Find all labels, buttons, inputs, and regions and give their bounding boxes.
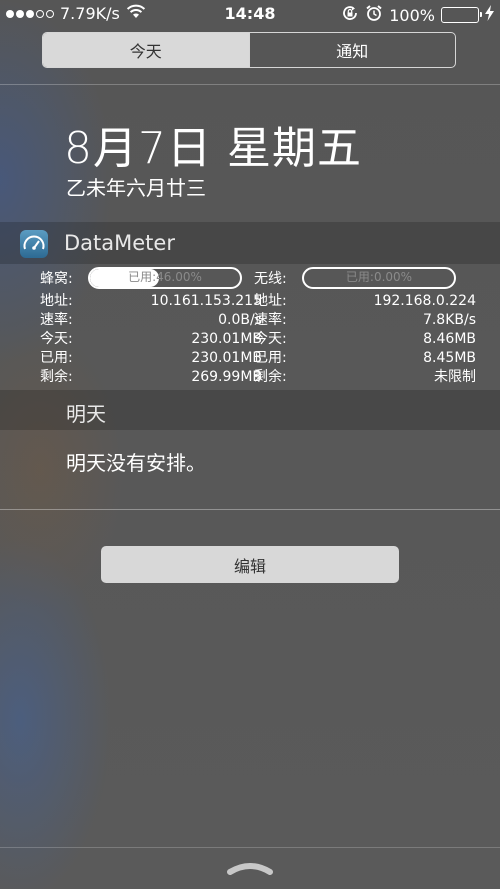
battery-percent: 100% [389, 5, 435, 25]
tab-notifications[interactable]: 通知 [248, 33, 456, 67]
wifi-usage-bar: 已用:0.00% [302, 267, 456, 289]
stat-key: 速率: [254, 312, 287, 328]
stat-value: 230.01MB [191, 331, 262, 347]
stat-value: 230.01MB [191, 350, 262, 366]
stat-row: 已用: 230.01MB [40, 349, 262, 368]
date-heading: 8月7日 星期五 [64, 123, 362, 174]
tab-today[interactable]: 今天 [43, 33, 249, 67]
stat-value: 8.45MB [423, 350, 476, 366]
cellular-label: 蜂窝: [40, 271, 73, 287]
stat-value: 10.161.153.215 [150, 293, 262, 309]
stat-row: 今天: 230.01MB [40, 330, 262, 349]
cellular-usage-bar: 已用:46.00% [88, 267, 242, 289]
status-bar: 7.79K/s 14:48 100% [0, 0, 500, 28]
stat-value: 未限制 [434, 369, 476, 385]
datameter-title: DataMeter [64, 231, 175, 255]
stat-key: 剩余: [40, 369, 73, 385]
stat-key: 已用: [254, 350, 287, 366]
cellular-usage-text: 已用:46.00% [128, 270, 202, 284]
lunar-date: 乙未年六月廿三 [66, 176, 206, 200]
stat-row: 地址: 10.161.153.215 [40, 292, 262, 311]
grabber-handle-icon[interactable] [226, 858, 274, 876]
stat-key: 已用: [40, 350, 73, 366]
stat-row: 今天: 8.46MB [254, 330, 476, 349]
speedometer-icon [20, 230, 48, 258]
stat-row: 剩余: 269.99MB [40, 368, 262, 387]
divider [0, 847, 500, 848]
tomorrow-section-header: 明天 [0, 390, 500, 430]
stat-row: 速率: 0.0B/s [40, 311, 262, 330]
stat-key: 今天: [40, 331, 73, 347]
divider [0, 509, 500, 510]
tomorrow-title: 明天 [66, 402, 106, 426]
stat-key: 地址: [40, 293, 73, 309]
rotation-lock-icon [341, 4, 359, 26]
stat-row: 已用: 8.45MB [254, 349, 476, 368]
edit-button[interactable]: 编辑 [101, 546, 399, 583]
cellular-stats: 蜂窝: 已用:46.00% 地址: 10.161.153.215 速率: 0.0B/… [40, 266, 262, 387]
stat-row: 剩余: 未限制 [254, 368, 476, 387]
datameter-widget-header[interactable]: DataMeter [0, 222, 500, 264]
stat-row: 速率: 7.8KB/s [254, 311, 476, 330]
stat-value: 269.99MB [191, 369, 262, 385]
stat-value: 8.46MB [423, 331, 476, 347]
wifi-label: 无线: [254, 271, 287, 287]
charging-bolt-icon [485, 5, 494, 25]
wifi-usage-text: 已用:0.00% [345, 270, 413, 284]
alarm-icon [365, 4, 383, 26]
stat-key: 剩余: [254, 369, 287, 385]
stat-key: 速率: [40, 312, 73, 328]
stat-key: 地址: [254, 293, 287, 309]
view-segmented-control: 今天 通知 [42, 32, 456, 68]
stat-row: 地址: 192.168.0.224 [254, 292, 476, 311]
divider [0, 84, 500, 85]
status-right: 100% [341, 4, 494, 26]
battery-icon [441, 7, 482, 23]
wifi-stats: 无线: 已用:0.00% 地址: 192.168.0.224 速率: 7.8KB/s… [254, 266, 476, 387]
stat-value: 7.8KB/s [422, 312, 476, 328]
stat-value: 192.168.0.224 [373, 293, 476, 309]
stat-key: 今天: [254, 331, 287, 347]
tomorrow-summary: 明天没有安排。 [66, 451, 206, 475]
